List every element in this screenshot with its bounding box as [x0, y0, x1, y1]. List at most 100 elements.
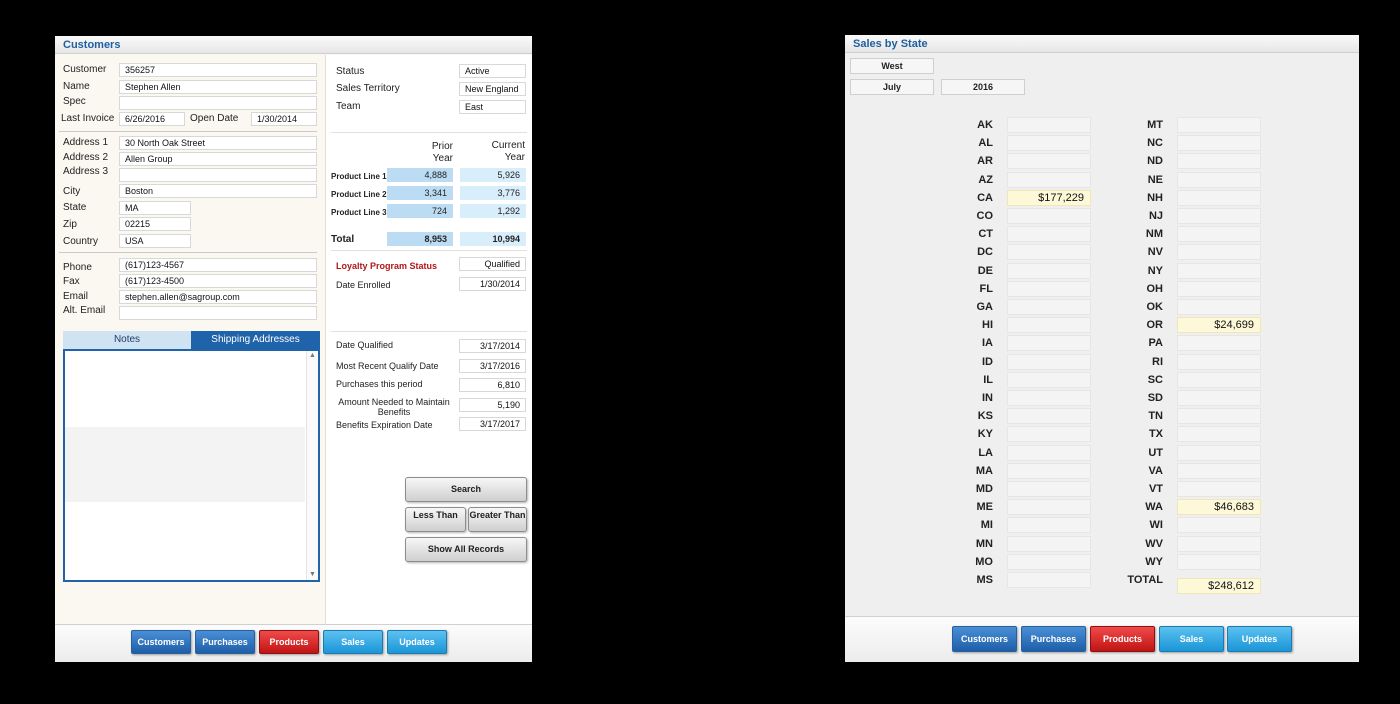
state-sales-field[interactable] [1177, 172, 1261, 188]
state-sales-field[interactable] [1177, 372, 1261, 388]
nav-purchases-button[interactable]: Purchases [1021, 626, 1086, 652]
state-sales-field[interactable] [1007, 499, 1091, 515]
state-sales-field[interactable]: $177,229 [1007, 190, 1091, 206]
amount-needed-field[interactable]: 5,190 [459, 398, 526, 412]
loyalty-status-field[interactable]: Qualified [459, 257, 526, 271]
state-field[interactable]: MA [119, 201, 191, 215]
state-sales-field[interactable] [1007, 408, 1091, 424]
nav-products-button[interactable]: Products [1090, 626, 1155, 652]
state-sales-field[interactable] [1007, 172, 1091, 188]
state-sales-field[interactable] [1007, 426, 1091, 442]
state-sales-field[interactable] [1177, 536, 1261, 552]
nav-customers-button[interactable]: Customers [131, 630, 191, 654]
state-sales-field[interactable] [1177, 281, 1261, 297]
state-sales-field[interactable] [1177, 263, 1261, 279]
state-sales-field[interactable] [1007, 299, 1091, 315]
state-sales-field[interactable] [1177, 117, 1261, 133]
address2-field[interactable]: Allen Group [119, 152, 317, 166]
state-sales-field[interactable] [1007, 263, 1091, 279]
address3-field[interactable] [119, 168, 317, 182]
state-sales-field[interactable] [1177, 554, 1261, 570]
alt-email-field[interactable] [119, 306, 317, 320]
state-sales-field[interactable] [1007, 335, 1091, 351]
date-qualified-field[interactable]: 3/17/2014 [459, 339, 526, 353]
state-sales-field[interactable] [1177, 299, 1261, 315]
recent-qualify-field[interactable]: 3/17/2016 [459, 359, 526, 373]
state-sales-field[interactable] [1177, 426, 1261, 442]
team-field[interactable]: East [459, 100, 526, 114]
greater-than-button[interactable]: Greater Than [468, 507, 527, 532]
nav-purchases-button[interactable]: Purchases [195, 630, 255, 654]
state-sales-field[interactable] [1007, 536, 1091, 552]
scroll-down-icon[interactable]: ▼ [307, 570, 318, 580]
state-sales-field[interactable] [1007, 281, 1091, 297]
state-sales-field[interactable] [1177, 190, 1261, 206]
state-sales-field[interactable] [1007, 226, 1091, 242]
state-sales-field[interactable] [1007, 354, 1091, 370]
state-sales-field[interactable] [1007, 153, 1091, 169]
state-sales-field[interactable] [1007, 481, 1091, 497]
state-sales-field[interactable] [1007, 463, 1091, 479]
state-sales-field[interactable] [1177, 153, 1261, 169]
state-sales-field[interactable] [1007, 317, 1091, 333]
scroll-up-icon[interactable]: ▲ [307, 351, 318, 361]
state-sales-field[interactable] [1007, 572, 1091, 588]
nav-customers-button[interactable]: Customers [952, 626, 1017, 652]
state-sales-field[interactable]: $24,699 [1177, 317, 1261, 333]
address1-field[interactable]: 30 North Oak Street [119, 136, 317, 150]
phone-field[interactable]: (617)123-4567 [119, 258, 317, 272]
customer-field[interactable]: 356257 [119, 63, 317, 77]
nav-sales-button[interactable]: Sales [1159, 626, 1224, 652]
tab-notes[interactable]: Notes [63, 331, 191, 349]
status-field[interactable]: Active [459, 64, 526, 78]
last-invoice-field[interactable]: 6/26/2016 [119, 112, 185, 126]
state-sales-field[interactable] [1177, 445, 1261, 461]
fax-field[interactable]: (617)123-4500 [119, 274, 317, 288]
nav-updates-button[interactable]: Updates [1227, 626, 1292, 652]
search-button[interactable]: Search [405, 477, 527, 502]
state-sales-field[interactable] [1177, 390, 1261, 406]
state-sales-field[interactable] [1007, 135, 1091, 151]
sales-territory-field[interactable]: New England [459, 82, 526, 96]
region-selector[interactable]: West [850, 58, 934, 74]
state-sales-field[interactable] [1177, 408, 1261, 424]
state-sales-field[interactable] [1177, 244, 1261, 260]
email-field[interactable]: stephen.allen@sagroup.com [119, 290, 317, 304]
nav-products-button[interactable]: Products [259, 630, 319, 654]
purchases-period-field[interactable]: 6,810 [459, 378, 526, 392]
state-sales-field[interactable] [1177, 354, 1261, 370]
state-sales-field[interactable] [1007, 390, 1091, 406]
state-sales-field[interactable] [1177, 208, 1261, 224]
tab-shipping-addresses[interactable]: Shipping Addresses [191, 331, 320, 349]
state-sales-field[interactable] [1177, 517, 1261, 533]
state-sales-field[interactable] [1177, 135, 1261, 151]
date-enrolled-field[interactable]: 1/30/2014 [459, 277, 526, 291]
state-sales-field[interactable]: $248,612 [1177, 578, 1261, 594]
state-sales-field[interactable] [1007, 117, 1091, 133]
show-all-records-button[interactable]: Show All Records [405, 537, 527, 562]
month-selector[interactable]: July [850, 79, 934, 95]
name-field[interactable]: Stephen Allen [119, 80, 317, 94]
state-sales-field[interactable] [1177, 481, 1261, 497]
notes-textarea[interactable]: ▲ ▼ [63, 349, 320, 582]
less-than-button[interactable]: Less Than [405, 507, 466, 532]
state-sales-field[interactable] [1007, 445, 1091, 461]
spec-field[interactable] [119, 96, 317, 110]
open-date-field[interactable]: 1/30/2014 [251, 112, 317, 126]
zip-field[interactable]: 02215 [119, 217, 191, 231]
state-sales-field[interactable]: $46,683 [1177, 499, 1261, 515]
state-sales-field[interactable] [1007, 372, 1091, 388]
benefits-expiration-field[interactable]: 3/17/2017 [459, 417, 526, 431]
nav-sales-button[interactable]: Sales [323, 630, 383, 654]
notes-scrollbar[interactable]: ▲ ▼ [306, 351, 318, 580]
state-sales-field[interactable] [1177, 335, 1261, 351]
state-sales-field[interactable] [1177, 463, 1261, 479]
state-sales-field[interactable] [1007, 244, 1091, 260]
state-sales-field[interactable] [1007, 208, 1091, 224]
nav-updates-button[interactable]: Updates [387, 630, 447, 654]
state-sales-field[interactable] [1007, 517, 1091, 533]
year-selector[interactable]: 2016 [941, 79, 1025, 95]
city-field[interactable]: Boston [119, 184, 317, 198]
state-sales-field[interactable] [1177, 226, 1261, 242]
state-sales-field[interactable] [1007, 554, 1091, 570]
